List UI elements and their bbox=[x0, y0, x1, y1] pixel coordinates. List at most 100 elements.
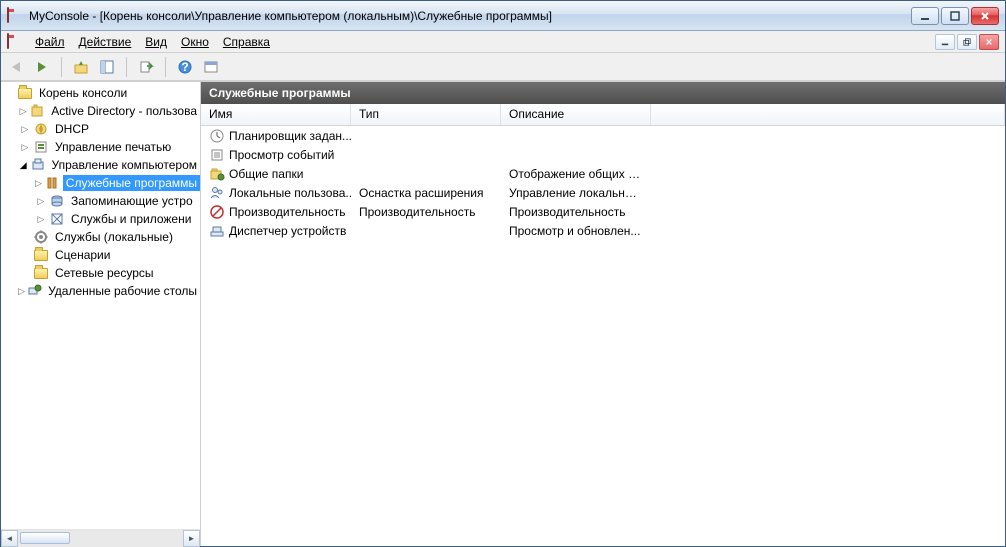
cell-name: Планировщик задан... bbox=[201, 128, 351, 144]
expand-toggle[interactable]: ▷ bbox=[17, 103, 29, 119]
tree-item-icon bbox=[49, 193, 65, 209]
tree-item[interactable]: ▷ Удаленные рабочие столы bbox=[1, 282, 200, 300]
toolbar-separator bbox=[126, 57, 127, 77]
cell-name: Диспетчер устройств bbox=[201, 223, 351, 239]
cell-name: Локальные пользова... bbox=[201, 185, 351, 201]
new-window-button[interactable] bbox=[200, 56, 222, 78]
expand-toggle bbox=[17, 265, 33, 281]
mdi-restore-button[interactable] bbox=[957, 34, 977, 50]
mdi-minimize-button[interactable] bbox=[935, 34, 955, 50]
tree-item-label: Службы (локальные) bbox=[52, 229, 176, 245]
tree-item-icon bbox=[30, 157, 46, 173]
tree-item[interactable]: ▷Управление печатью bbox=[1, 138, 200, 156]
cell-type: Производительность bbox=[351, 205, 501, 219]
tree-item-label: Сценарии bbox=[52, 247, 113, 263]
tree-item-label: Active Directory - пользова bbox=[48, 103, 200, 119]
mdi-close-button[interactable] bbox=[979, 34, 999, 50]
tree-item-icon bbox=[33, 121, 49, 137]
toolbar: ? bbox=[1, 53, 1005, 81]
expand-toggle[interactable]: ▷ bbox=[33, 211, 49, 227]
menu-action[interactable]: Действие bbox=[73, 33, 138, 51]
row-icon bbox=[209, 223, 225, 239]
expand-toggle[interactable]: ▷ bbox=[17, 283, 26, 299]
tree-item-label: Служебные программы bbox=[63, 175, 200, 191]
cell-name: Просмотр событий bbox=[201, 147, 351, 163]
expand-toggle[interactable] bbox=[1, 85, 17, 101]
tree-item[interactable]: ▷ Active Directory - пользова bbox=[1, 102, 200, 120]
list-row[interactable]: ПроизводительностьПроизводительностьПрои… bbox=[201, 202, 1005, 221]
scroll-right-button[interactable]: ► bbox=[183, 530, 200, 547]
list-row[interactable]: Диспетчер устройств Просмотр и обновлен..… bbox=[201, 221, 1005, 240]
show-hide-tree-button[interactable] bbox=[96, 56, 118, 78]
help-icon: ? bbox=[177, 59, 193, 75]
expand-toggle[interactable]: ▷ bbox=[17, 139, 33, 155]
tree-item-icon bbox=[44, 175, 60, 191]
expand-toggle[interactable]: ▷ bbox=[33, 193, 49, 209]
col-header-name[interactable]: Имя bbox=[201, 104, 351, 125]
tree-item[interactable]: Сетевые ресурсы bbox=[1, 264, 200, 282]
cell-type: Оснастка расширения bbox=[351, 186, 501, 200]
expand-toggle bbox=[17, 247, 33, 263]
folder-up-icon bbox=[73, 59, 89, 75]
tree-item[interactable]: ▷Запоминающие устро bbox=[1, 192, 200, 210]
export-icon bbox=[138, 59, 154, 75]
folder-icon bbox=[17, 85, 33, 101]
mmc-window: MyConsole - [Корень консоли\Управление к… bbox=[0, 0, 1006, 547]
tree-root[interactable]: Корень консоли bbox=[1, 84, 200, 102]
mdi-icon[interactable] bbox=[7, 34, 23, 50]
col-header-spacer[interactable] bbox=[651, 104, 1005, 125]
maximize-button[interactable] bbox=[941, 7, 969, 25]
cell-desc: Отображение общих п... bbox=[501, 167, 651, 181]
row-icon bbox=[209, 147, 225, 163]
tree-label: Корень консоли bbox=[36, 85, 130, 101]
window-title: MyConsole - [Корень консоли\Управление к… bbox=[29, 9, 911, 23]
col-header-desc[interactable]: Описание bbox=[501, 104, 651, 125]
help-button[interactable]: ? bbox=[174, 56, 196, 78]
tree-pane: Корень консоли ▷ Active Directory - польз… bbox=[1, 82, 201, 546]
expand-toggle[interactable]: ▷ bbox=[17, 121, 33, 137]
tree-item[interactable]: Сценарии bbox=[1, 246, 200, 264]
close-button[interactable] bbox=[971, 7, 999, 25]
toolbar-separator bbox=[61, 57, 62, 77]
tree-item[interactable]: ◢ Управление компьютером bbox=[1, 156, 200, 174]
tree-item-label: Удаленные рабочие столы bbox=[45, 283, 200, 299]
tree-item-icon bbox=[29, 103, 45, 119]
list-row[interactable]: Локальные пользова...Оснастка расширения… bbox=[201, 183, 1005, 202]
list-row[interactable]: Просмотр событий bbox=[201, 145, 1005, 164]
menu-view[interactable]: Вид bbox=[139, 33, 173, 51]
app-icon bbox=[7, 8, 23, 24]
tree-item-label: Управление компьютером bbox=[49, 157, 200, 173]
cell-desc: Просмотр и обновлен... bbox=[501, 224, 651, 238]
minimize-button[interactable] bbox=[911, 7, 939, 25]
tree-item[interactable]: Службы (локальные) bbox=[1, 228, 200, 246]
export-button[interactable] bbox=[135, 56, 157, 78]
arrow-right-icon bbox=[38, 62, 46, 72]
list-row[interactable]: Общие папкиОтображение общих п... bbox=[201, 164, 1005, 183]
titlebar[interactable]: MyConsole - [Корень консоли\Управление к… bbox=[1, 1, 1005, 31]
row-icon bbox=[209, 204, 225, 220]
scroll-thumb[interactable] bbox=[20, 532, 70, 544]
tree-item[interactable]: ▷Службы и приложени bbox=[1, 210, 200, 228]
expand-toggle[interactable]: ◢ bbox=[17, 157, 30, 173]
menu-window[interactable]: Окно bbox=[175, 33, 215, 51]
nav-back-button[interactable] bbox=[5, 56, 27, 78]
list-pane: Служебные программы Имя Тип Описание Пла… bbox=[201, 82, 1005, 546]
list-column-header: Имя Тип Описание bbox=[201, 104, 1005, 126]
nav-forward-button[interactable] bbox=[31, 56, 53, 78]
up-button[interactable] bbox=[70, 56, 92, 78]
tree-view[interactable]: Корень консоли ▷ Active Directory - польз… bbox=[1, 82, 200, 529]
list-body[interactable]: Планировщик задан... Просмотр событийОбщи… bbox=[201, 126, 1005, 546]
col-header-type[interactable]: Тип bbox=[351, 104, 501, 125]
tree-horizontal-scrollbar[interactable]: ◄ ► bbox=[1, 529, 200, 546]
scroll-left-button[interactable]: ◄ bbox=[1, 530, 18, 547]
toolbar-separator bbox=[165, 57, 166, 77]
list-row[interactable]: Планировщик задан... bbox=[201, 126, 1005, 145]
list-pane-header: Служебные программы bbox=[201, 82, 1005, 104]
tree-item[interactable]: ▷ Служебные программы bbox=[1, 174, 200, 192]
tree-item[interactable]: ▷DHCP bbox=[1, 120, 200, 138]
tree-item-icon bbox=[33, 247, 49, 263]
menu-help[interactable]: Справка bbox=[217, 33, 276, 51]
expand-toggle[interactable]: ▷ bbox=[33, 175, 44, 191]
menu-file[interactable]: Файл bbox=[29, 33, 71, 51]
scroll-track[interactable] bbox=[18, 530, 183, 547]
